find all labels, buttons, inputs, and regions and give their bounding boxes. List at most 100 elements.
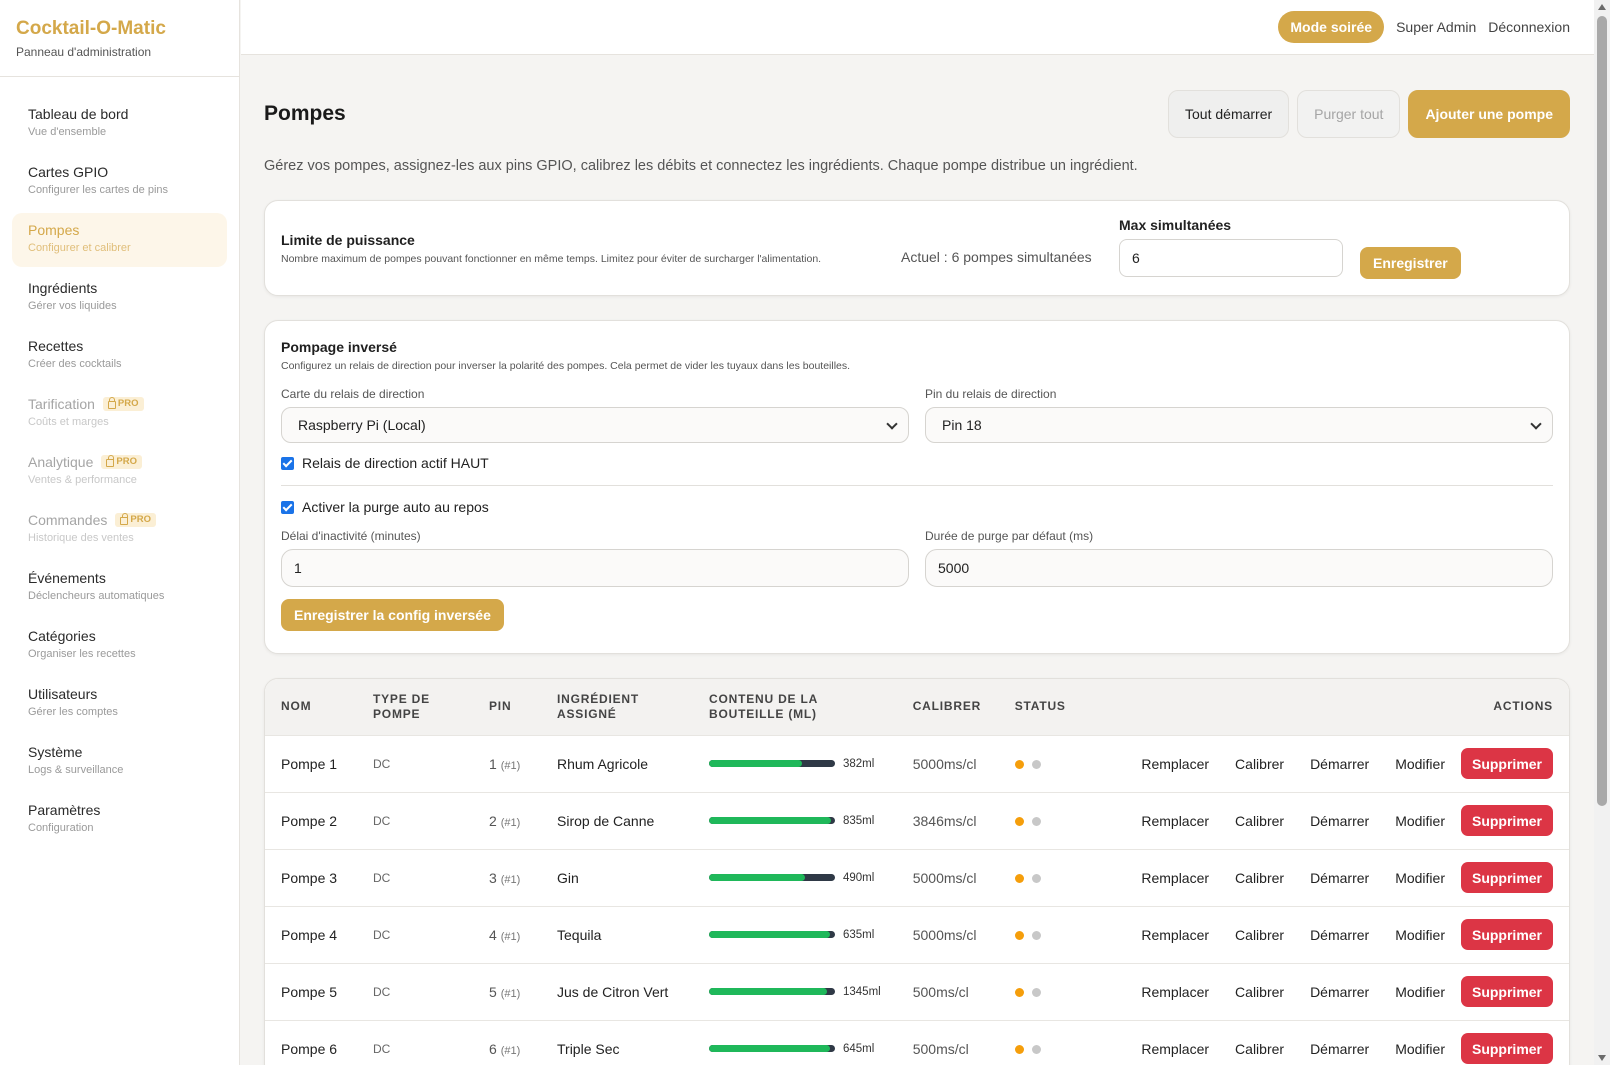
pump-pin: 2 (#1) [473, 792, 541, 849]
calibrate-button[interactable]: Calibrer [1235, 984, 1284, 1000]
table-row: Pompe 3 DC 3 (#1) Gin 490ml 5000ms/cl Remplace… [265, 849, 1569, 906]
sidebar-item-recipes[interactable]: Recettes Créer des cocktails [12, 329, 227, 383]
purge-all-button[interactable]: Purger tout [1297, 90, 1401, 138]
main-content: Pompes Tout démarrer Purger tout Ajouter… [264, 56, 1570, 1065]
start-button[interactable]: Démarrer [1310, 927, 1369, 943]
pump-status [999, 792, 1083, 849]
start-button[interactable]: Démarrer [1310, 870, 1369, 886]
relay-pin-select[interactable]: Pin 18 [925, 407, 1553, 443]
start-button[interactable]: Démarrer [1310, 1041, 1369, 1057]
calibrate-button[interactable]: Calibrer [1235, 927, 1284, 943]
page-scrollbar[interactable] [1594, 0, 1610, 1065]
purge-duration-input[interactable]: 5000 [925, 549, 1553, 587]
sidebar-item-settings[interactable]: Paramètres Configuration [12, 793, 227, 847]
relay-board-group: Carte du relais de direction Raspberry P… [281, 387, 909, 443]
sidebar-item-system[interactable]: Système Logs & surveillance [12, 735, 227, 789]
bottle-content: 1345ml [693, 963, 897, 1020]
bottle-level-bar [709, 931, 835, 938]
add-pump-button[interactable]: Ajouter une pompe [1408, 90, 1570, 138]
bottle-content: 382ml [693, 735, 897, 792]
max-simultaneous-input[interactable] [1119, 239, 1343, 277]
logout-link[interactable]: Déconnexion [1488, 19, 1570, 35]
party-mode-button[interactable]: Mode soirée [1278, 11, 1385, 43]
sidebar-item-analytics[interactable]: Analytique PRO Ventes & performance [12, 445, 227, 499]
relay-board-select[interactable]: Raspberry Pi (Local) [281, 407, 909, 443]
edit-button[interactable]: Modifier [1395, 813, 1445, 829]
active-high-row[interactable]: Relais de direction actif HAUT [281, 455, 489, 471]
scroll-down-icon[interactable] [1598, 1055, 1606, 1061]
power-current-value: Actuel : 6 pompes simultanées [901, 249, 1092, 265]
idle-delay-label: Délai d'inactivité (minutes) [281, 529, 421, 543]
scroll-up-icon[interactable] [1598, 4, 1606, 10]
pin-board: (#1) [500, 759, 521, 772]
pin-number: 5 [489, 983, 497, 1000]
sidebar-item-sub: Configurer les cartes de pins [28, 184, 169, 196]
page-header: Pompes Tout démarrer Purger tout Ajouter… [264, 56, 1570, 148]
start-button[interactable]: Démarrer [1310, 813, 1369, 829]
auto-purge-row[interactable]: Activer la purge auto au repos [281, 499, 489, 515]
replace-button[interactable]: Remplacer [1141, 756, 1209, 772]
replace-button[interactable]: Remplacer [1141, 813, 1209, 829]
active-high-checkbox[interactable] [281, 456, 294, 470]
bottle-ml: 1345ml [843, 985, 881, 998]
chevron-down-icon [1530, 418, 1542, 430]
sidebar-item-orders[interactable]: Commandes PRO Historique des ventes [12, 503, 227, 557]
lock-icon [107, 397, 116, 409]
delete-button[interactable]: Supprimer [1460, 919, 1553, 950]
brand-title[interactable]: Cocktail-O-Matic [16, 18, 223, 40]
edit-button[interactable]: Modifier [1395, 1041, 1445, 1057]
sidebar-item-users[interactable]: Utilisateurs Gérer les comptes [12, 677, 227, 731]
delete-button[interactable]: Supprimer [1460, 1033, 1553, 1065]
replace-button[interactable]: Remplacer [1141, 870, 1209, 886]
replace-button[interactable]: Remplacer [1141, 984, 1209, 1000]
pump-ingredient: Gin [557, 869, 579, 886]
pin-number: 6 [489, 1040, 497, 1057]
start-all-button[interactable]: Tout démarrer [1168, 90, 1290, 138]
start-button[interactable]: Démarrer [1310, 756, 1369, 772]
sidebar-item-gpio[interactable]: Cartes GPIO Configurer les cartes de pin… [12, 155, 227, 209]
auto-purge-label: Activer la purge auto au repos [302, 499, 489, 515]
edit-button[interactable]: Modifier [1395, 927, 1445, 943]
replace-button[interactable]: Remplacer [1141, 927, 1209, 943]
pump-name: Pompe 4 [281, 926, 338, 943]
delete-button[interactable]: Supprimer [1460, 862, 1553, 893]
auto-purge-checkbox[interactable] [281, 500, 294, 514]
user-menu[interactable]: Super Admin [1396, 19, 1476, 35]
edit-button[interactable]: Modifier [1395, 870, 1445, 886]
save-inverse-config-button[interactable]: Enregistrer la config inversée [281, 599, 504, 631]
replace-button[interactable]: Remplacer [1141, 1041, 1209, 1057]
sidebar-item-label: Utilisateurs [28, 686, 98, 702]
pin-number: 1 [489, 755, 497, 772]
pump-status [999, 735, 1083, 792]
delete-button[interactable]: Supprimer [1460, 748, 1553, 779]
pump-pin: 1 (#1) [473, 735, 541, 792]
sidebar-item-categories[interactable]: Catégories Organiser les recettes [12, 619, 227, 673]
sidebar-item-label: Système [28, 744, 83, 760]
pump-calibration: 5000ms/cl [912, 869, 977, 886]
calibrate-button[interactable]: Calibrer [1235, 756, 1284, 772]
sidebar-item-pumps[interactable]: Pompes Configurer et calibrer [12, 213, 227, 267]
max-simultaneous-label: Max simultanées [1119, 217, 1232, 233]
calibrate-button[interactable]: Calibrer [1235, 870, 1284, 886]
sidebar-item-label: Tableau de bord [28, 106, 129, 122]
status-dot-idle [1031, 816, 1041, 826]
start-button[interactable]: Démarrer [1310, 984, 1369, 1000]
power-limit-text: Limite de puissance Nombre maximum de po… [281, 232, 901, 265]
save-power-limit-button[interactable]: Enregistrer [1360, 247, 1461, 279]
calibrate-button[interactable]: Calibrer [1235, 813, 1284, 829]
sidebar-item-events[interactable]: Événements Déclencheurs automatiques [12, 561, 227, 615]
edit-button[interactable]: Modifier [1395, 756, 1445, 772]
pump-calibration: 500ms/cl [912, 983, 969, 1000]
scroll-thumb[interactable] [1597, 16, 1607, 806]
sidebar-item-label: Analytique [28, 454, 94, 470]
idle-delay-input[interactable]: 1 [281, 549, 909, 587]
delete-button[interactable]: Supprimer [1460, 805, 1553, 836]
sidebar-item-dashboard[interactable]: Tableau de bord Vue d'ensemble [12, 97, 227, 151]
calibrate-button[interactable]: Calibrer [1235, 1041, 1284, 1057]
edit-button[interactable]: Modifier [1395, 984, 1445, 1000]
pump-name: Pompe 3 [281, 869, 338, 886]
sidebar-item-pricing[interactable]: Tarification PRO Coûts et marges [12, 387, 227, 441]
pin-board: (#1) [500, 1044, 521, 1057]
delete-button[interactable]: Supprimer [1460, 976, 1553, 1007]
sidebar-item-ingredients[interactable]: Ingrédients Gérer vos liquides [12, 271, 227, 325]
